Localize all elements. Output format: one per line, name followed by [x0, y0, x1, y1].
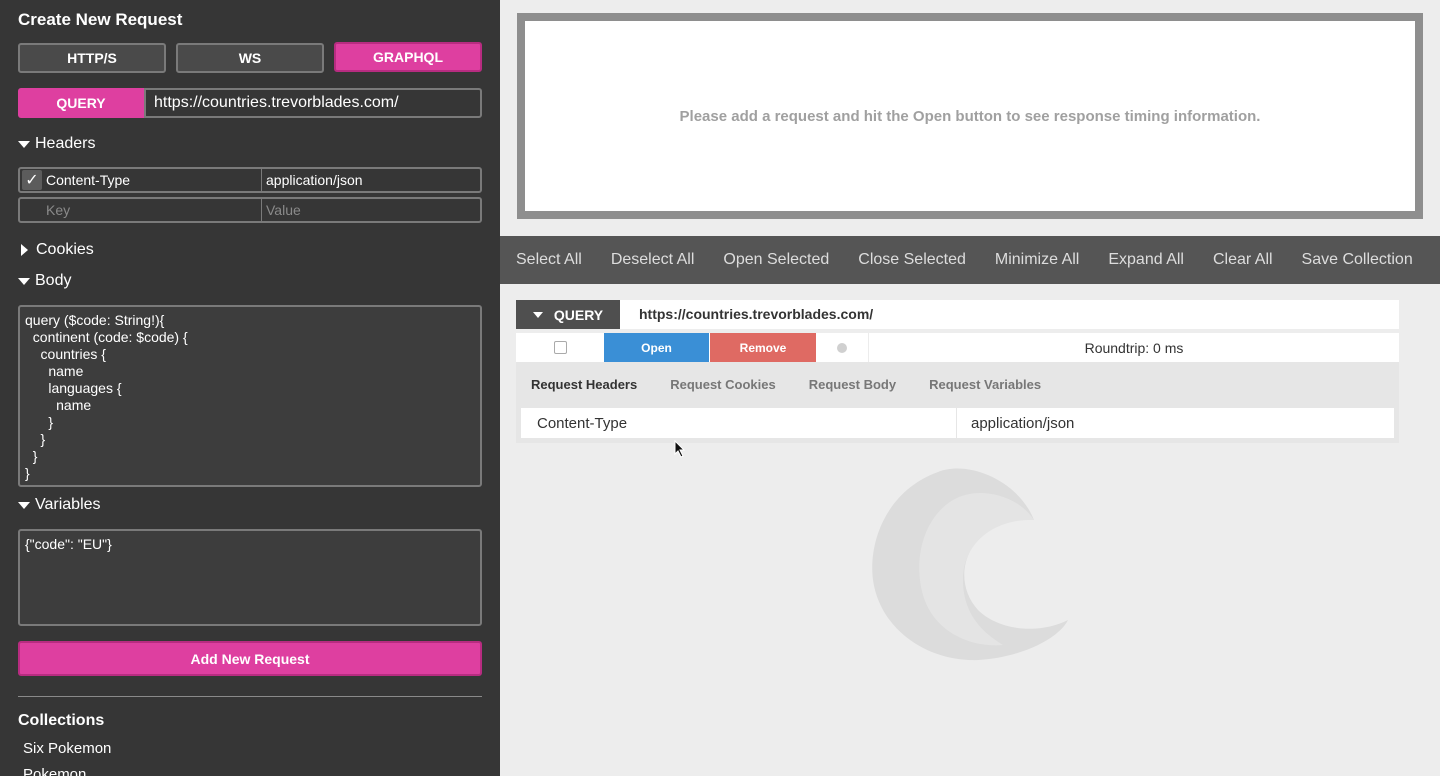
status-indicator [837, 342, 847, 353]
collection-item[interactable]: Pokemon [23, 766, 86, 776]
save-collection-button[interactable]: Save Collection [1286, 251, 1413, 269]
body-editor[interactable]: query ($code: String!){ continent (code:… [18, 305, 482, 487]
caret-right-icon [21, 244, 28, 256]
add-new-request-button[interactable]: Add New Request [18, 641, 482, 676]
header-key-cell: ✓ Content-Type [20, 169, 262, 191]
variables-toggle[interactable]: Variables [18, 496, 101, 514]
url-input[interactable] [144, 88, 482, 118]
open-button[interactable]: Open [604, 333, 709, 362]
tab-request-variables[interactable]: Request Variables [929, 377, 1041, 392]
wave-logo-icon [872, 468, 1068, 661]
remove-button[interactable]: Remove [710, 333, 816, 362]
deselect-all-button[interactable]: Deselect All [595, 251, 695, 269]
sidebar-title: Create New Request [18, 10, 183, 29]
protocol-http-button[interactable]: HTTP/S [18, 43, 166, 73]
protocol-graphql-button[interactable]: GRAPHQL [334, 42, 482, 72]
headers-table: Content-Type application/json [516, 406, 1399, 443]
select-cell [516, 333, 604, 362]
request-url: https://countries.trevorblades.com/ [639, 306, 874, 322]
table-cell-key: Content-Type [521, 408, 957, 438]
tab-request-body[interactable]: Request Body [809, 377, 896, 392]
mouse-pointer-icon [674, 440, 686, 458]
method-select[interactable]: QUERY [18, 88, 144, 118]
caret-down-icon [18, 501, 30, 509]
sidebar: Create New Request HTTP/S WS GRAPHQL QUE… [0, 0, 500, 776]
request-card-header: QUERY https://countries.trevorblades.com… [516, 300, 1399, 329]
table-cell-value: application/json [971, 414, 1075, 432]
status-cell [816, 333, 869, 362]
table-row: Content-Type application/json [521, 408, 1394, 438]
caret-down-icon [18, 140, 30, 148]
request-tabs: Request Headers Request Cookies Request … [516, 362, 1399, 406]
expand-all-button[interactable]: Expand All [1092, 251, 1184, 269]
request-controls: Open Remove Roundtrip: 0 ms [516, 333, 1399, 362]
select-all-button[interactable]: Select All [500, 251, 582, 269]
variables-label: Variables [35, 496, 101, 513]
header-key-input[interactable]: Key [20, 199, 262, 221]
roundtrip-time: Roundtrip: 0 ms [1084, 339, 1184, 356]
collection-item[interactable]: Six Pokemon [23, 740, 111, 757]
open-selected-button[interactable]: Open Selected [707, 251, 829, 269]
tab-request-headers[interactable]: Request Headers [531, 377, 637, 392]
body-toggle[interactable]: Body [18, 272, 71, 290]
header-value-input[interactable]: Value [262, 199, 480, 221]
collapse-toggle[interactable]: QUERY [516, 300, 620, 329]
select-checkbox[interactable] [553, 341, 567, 354]
cookies-toggle[interactable]: Cookies [18, 241, 94, 259]
header-row: ✓ Content-Type application/json [18, 167, 482, 193]
checkmark-icon[interactable]: ✓ [22, 170, 42, 190]
headers-label: Headers [35, 135, 96, 152]
divider [18, 696, 482, 697]
headers-toggle[interactable]: Headers [18, 135, 95, 153]
header-row-empty: Key Value [18, 197, 482, 223]
clear-all-button[interactable]: Clear All [1197, 251, 1273, 269]
minimize-all-button[interactable]: Minimize All [979, 251, 1079, 269]
tab-request-cookies[interactable]: Request Cookies [670, 377, 775, 392]
request-card: QUERY https://countries.trevorblades.com… [516, 300, 1399, 443]
protocol-ws-button[interactable]: WS [176, 43, 324, 73]
caret-down-icon [18, 277, 30, 285]
timing-panel: Please add a request and hit the Open bu… [517, 13, 1423, 219]
caret-down-icon [532, 311, 543, 318]
header-key[interactable]: Content-Type [46, 172, 130, 188]
timing-message: Please add a request and hit the Open bu… [679, 107, 1261, 125]
toolbar: Select All Deselect All Open Selected Cl… [500, 236, 1440, 284]
request-method: QUERY [553, 306, 604, 323]
cookies-label: Cookies [36, 241, 94, 258]
header-value[interactable]: application/json [262, 169, 480, 191]
collections-title: Collections [18, 712, 105, 729]
variables-editor[interactable]: {"code": "EU"} [18, 529, 482, 626]
close-selected-button[interactable]: Close Selected [842, 251, 966, 269]
main-panel: Please add a request and hit the Open bu… [500, 0, 1440, 776]
body-label: Body [35, 272, 72, 289]
